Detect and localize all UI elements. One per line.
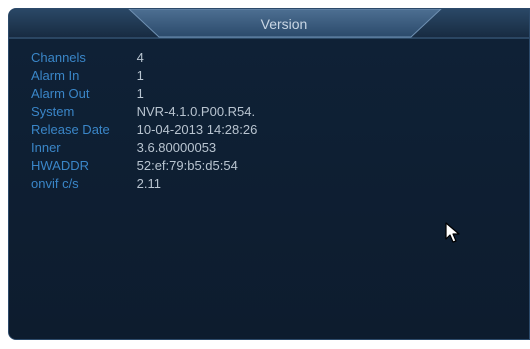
release-date-label: Release Date bbox=[31, 122, 110, 137]
inner-value: 3.6.80000053 bbox=[136, 140, 217, 155]
alarm-in-label: Alarm In bbox=[31, 68, 80, 83]
channels-label: Channels bbox=[31, 50, 86, 65]
info-row-release-date: Release Date 10-04-2013 14:28:26 bbox=[31, 121, 257, 139]
alarm-in-value: 1 bbox=[136, 68, 144, 83]
info-row-inner: Inner 3.6.80000053 bbox=[31, 139, 257, 157]
version-dialog: Version Channels 4 Alarm In 1 Alarm Out … bbox=[8, 8, 530, 340]
mouse-pointer-icon bbox=[445, 222, 460, 243]
onvif-value: 2.11 bbox=[136, 176, 161, 191]
version-info-table: Channels 4 Alarm In 1 Alarm Out 1 System… bbox=[31, 49, 257, 193]
info-row-onvif: onvif c/s 2.11 bbox=[31, 175, 257, 193]
alarm-out-value: 1 bbox=[136, 86, 144, 101]
alarm-out-label: Alarm Out bbox=[31, 86, 90, 101]
release-date-value: 10-04-2013 14:28:26 bbox=[136, 122, 258, 137]
system-value: NVR-4.1.0.P00.R54. bbox=[136, 104, 256, 119]
info-row-system: System NVR-4.1.0.P00.R54. bbox=[31, 103, 257, 121]
info-row-channels: Channels 4 bbox=[31, 49, 257, 67]
channels-value: 4 bbox=[136, 50, 144, 65]
hwaddr-label: HWADDR bbox=[31, 158, 90, 173]
screen: Version Channels 4 Alarm In 1 Alarm Out … bbox=[0, 0, 530, 349]
title-bar: Version bbox=[9, 9, 529, 39]
onvif-label: onvif c/s bbox=[31, 176, 79, 191]
hwaddr-value: 52:ef:79:b5:d5:54 bbox=[136, 158, 238, 173]
dialog-title: Version bbox=[260, 16, 308, 32]
info-row-alarm-out: Alarm Out 1 bbox=[31, 85, 257, 103]
info-row-hwaddr: HWADDR 52:ef:79:b5:d5:54 bbox=[31, 157, 257, 175]
inner-label: Inner bbox=[31, 140, 61, 155]
system-label: System bbox=[31, 104, 75, 119]
info-row-alarm-in: Alarm In 1 bbox=[31, 67, 257, 85]
